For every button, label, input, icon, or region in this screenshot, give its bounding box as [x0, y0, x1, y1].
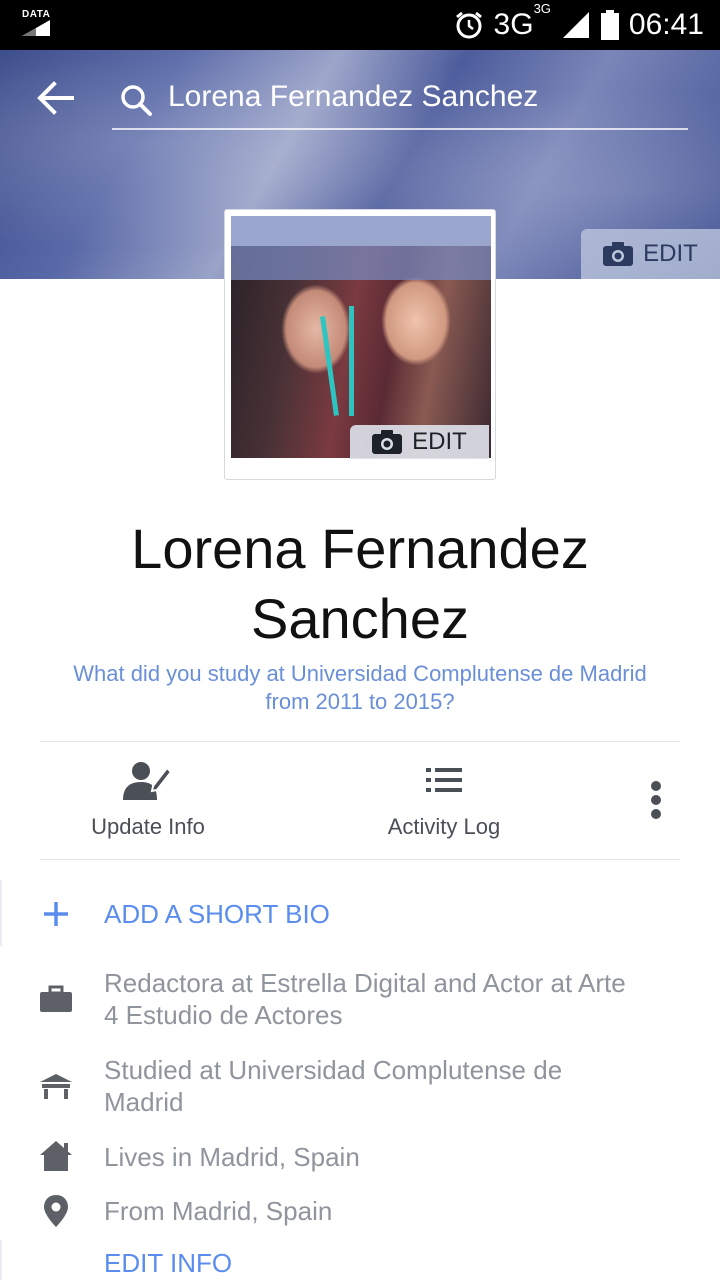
- photo-detail: [381, 276, 451, 366]
- education-row: Studied at Universidad Complutense de Ma…: [0, 1054, 720, 1120]
- alarm-icon: [455, 11, 482, 39]
- more-options-icon[interactable]: [640, 778, 672, 822]
- camera-icon: [372, 430, 403, 454]
- battery-icon: [600, 10, 619, 40]
- clock-time: 06:41: [628, 8, 704, 41]
- update-info-label: Update Info: [91, 814, 205, 839]
- work-text: Redactora at Estrella Digital and Actor …: [104, 967, 684, 1031]
- education-line2: Madrid: [104, 1087, 184, 1117]
- data-label: DATA: [22, 9, 51, 20]
- study-prompt-line2: from 2011 to 2015?: [265, 689, 455, 714]
- edit-person-icon: [123, 762, 173, 800]
- home-icon: [40, 1141, 72, 1171]
- profile-picture[interactable]: EDIT: [224, 209, 496, 480]
- add-bio-row[interactable]: ADD A SHORT BIO: [0, 896, 720, 936]
- study-prompt-line1: What did you study at Universidad Complu…: [73, 661, 647, 686]
- status-bar: DATA 3G3G 06:41: [0, 0, 720, 50]
- add-bio-link[interactable]: ADD A SHORT BIO: [104, 898, 684, 930]
- edit-cover-label: EDIT: [643, 240, 698, 267]
- lives-text: Lives in Madrid, Spain: [104, 1142, 360, 1172]
- search-bar[interactable]: Lorena Fernandez Sanchez: [112, 70, 688, 130]
- back-arrow-icon[interactable]: [36, 78, 76, 118]
- education-line1: Studied at Universidad Complutense de: [104, 1055, 563, 1085]
- edit-cover-button[interactable]: EDIT: [581, 229, 720, 279]
- lives-row: Lives in Madrid, Spain: [0, 1141, 720, 1181]
- work-line2: 4 Estudio de Actores: [104, 1000, 343, 1030]
- edit-info-link[interactable]: EDIT INFO: [104, 1248, 232, 1279]
- divider: [40, 741, 680, 742]
- photo-detail: [281, 284, 351, 374]
- edge-mark: [0, 1240, 2, 1280]
- education-text: Studied at Universidad Complutense de Ma…: [104, 1054, 684, 1118]
- signal-data-icon: [22, 20, 50, 36]
- search-input[interactable]: Lorena Fernandez Sanchez: [168, 80, 538, 114]
- profile-name-line2: Sanchez: [251, 587, 469, 650]
- activity-log-label: Activity Log: [387, 814, 501, 839]
- profile-name: Lorena Fernandez Sanchez: [0, 514, 720, 654]
- from-row: From Madrid, Spain: [0, 1195, 720, 1235]
- list-icon: [426, 768, 462, 792]
- location-pin-icon: [44, 1195, 68, 1227]
- cell-signal-icon: [562, 12, 589, 38]
- camera-icon: [603, 242, 634, 266]
- edit-profile-label: EDIT: [412, 428, 467, 455]
- photo-detail: [349, 306, 354, 416]
- plus-icon: [44, 902, 68, 926]
- divider: [40, 859, 680, 860]
- profile-name-line1: Lorena Fernandez: [131, 517, 589, 580]
- network-type: 3G3G: [493, 1, 551, 41]
- update-info-button[interactable]: Update Info: [78, 760, 218, 840]
- school-icon: [40, 1074, 72, 1099]
- study-prompt-link[interactable]: What did you study at Universidad Complu…: [50, 660, 670, 716]
- from-text: From Madrid, Spain: [104, 1196, 333, 1226]
- activity-log-button[interactable]: Activity Log: [370, 760, 518, 840]
- work-line1: Redactora at Estrella Digital and Actor …: [104, 968, 626, 998]
- cover-overlap: [231, 216, 491, 280]
- briefcase-icon: [40, 985, 72, 1012]
- status-icons: 3G3G 06:41: [454, 0, 704, 50]
- work-row: Redactora at Estrella Digital and Actor …: [0, 967, 720, 1033]
- edit-profile-picture-button[interactable]: EDIT: [350, 425, 489, 459]
- search-icon: [121, 85, 152, 116]
